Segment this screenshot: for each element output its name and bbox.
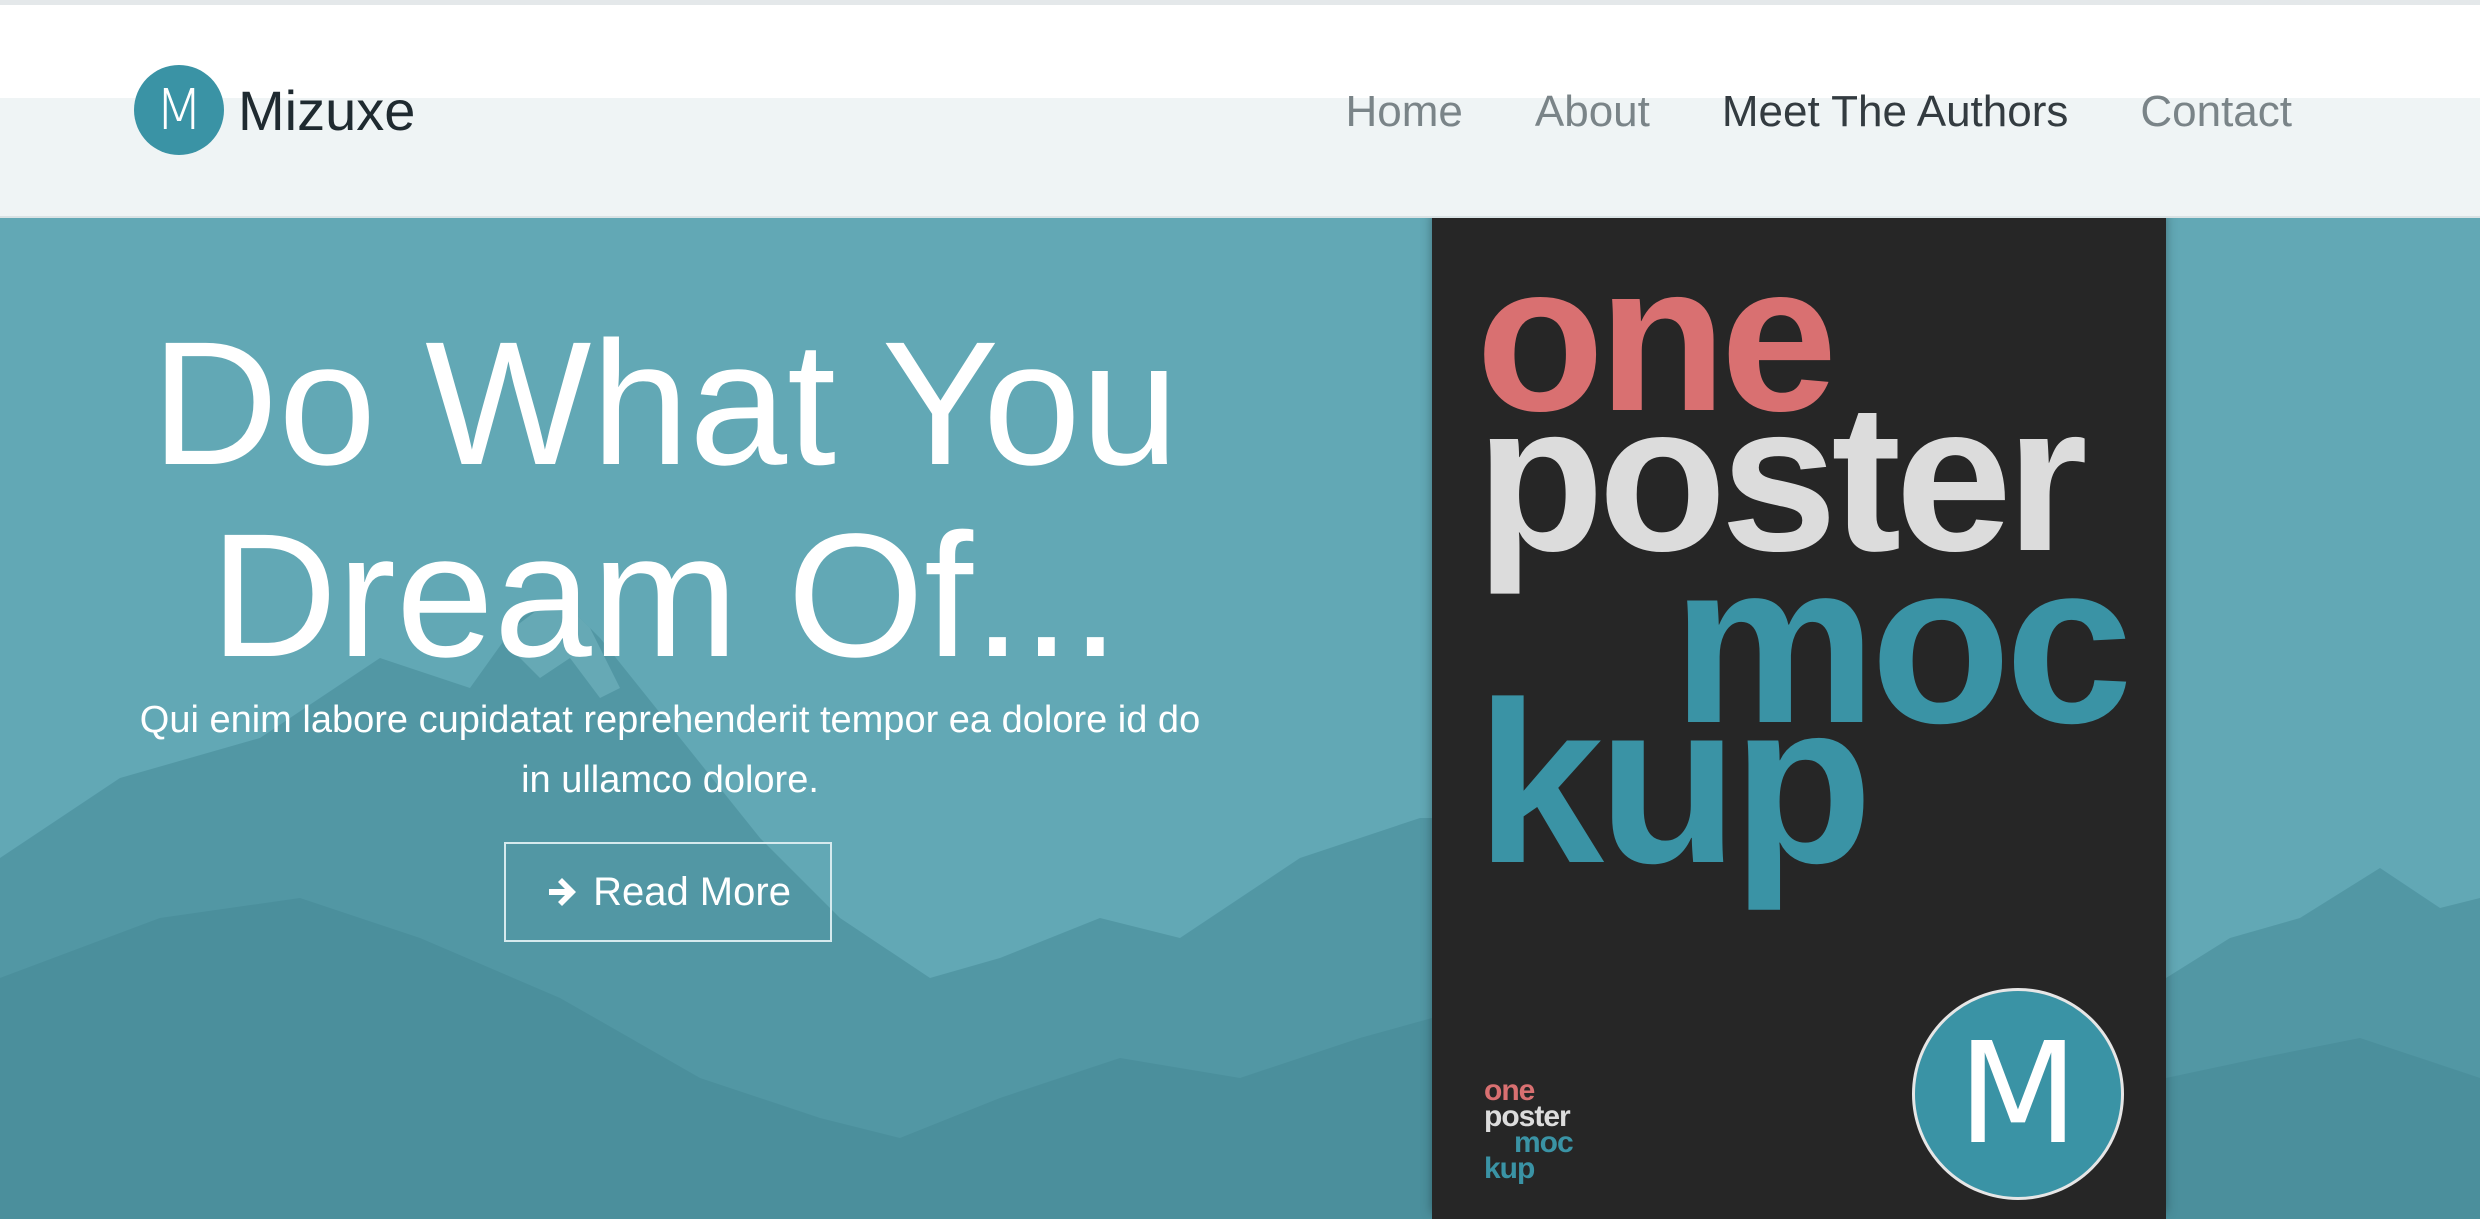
hero-title-line1: Do What You <box>151 306 1179 502</box>
hero-section: Do What You Dream Of... Qui enim labore … <box>0 218 2480 1219</box>
nav-link-about[interactable]: About <box>1535 87 1650 137</box>
poster-mini-kup: kup <box>1484 1152 1535 1185</box>
nav-link-home[interactable]: Home <box>1346 87 1463 137</box>
hero-subtitle: Qui enim labore cupidatat reprehenderit … <box>139 699 1201 801</box>
brand[interactable]: M Mizuxe <box>134 64 415 156</box>
nav-links: Home About Meet The Authors Contact <box>1346 80 2293 144</box>
nav-link-contact[interactable]: Contact <box>2140 87 2292 137</box>
nav-link-meet-the-authors[interactable]: Meet The Authors <box>1722 87 2069 137</box>
poster-m-badge-icon: M <box>1912 988 2124 1200</box>
hero-title-line2: Dream Of... <box>210 498 1120 694</box>
read-more-label: Read More <box>593 869 791 914</box>
brand-logo-icon: M <box>134 65 224 155</box>
read-more-button[interactable]: Read More <box>504 842 832 942</box>
hero-title: Do What You Dream Of... <box>90 308 1240 692</box>
poster-word-kup: kup <box>1476 654 1873 911</box>
arrow-right-icon <box>549 878 577 906</box>
brand-name: Mizuxe <box>238 78 416 142</box>
poster-mini-logo: one poster moc kup <box>1484 1076 1574 1185</box>
poster-image: one poster moc kup one poster moc kup M <box>1432 218 2166 1219</box>
